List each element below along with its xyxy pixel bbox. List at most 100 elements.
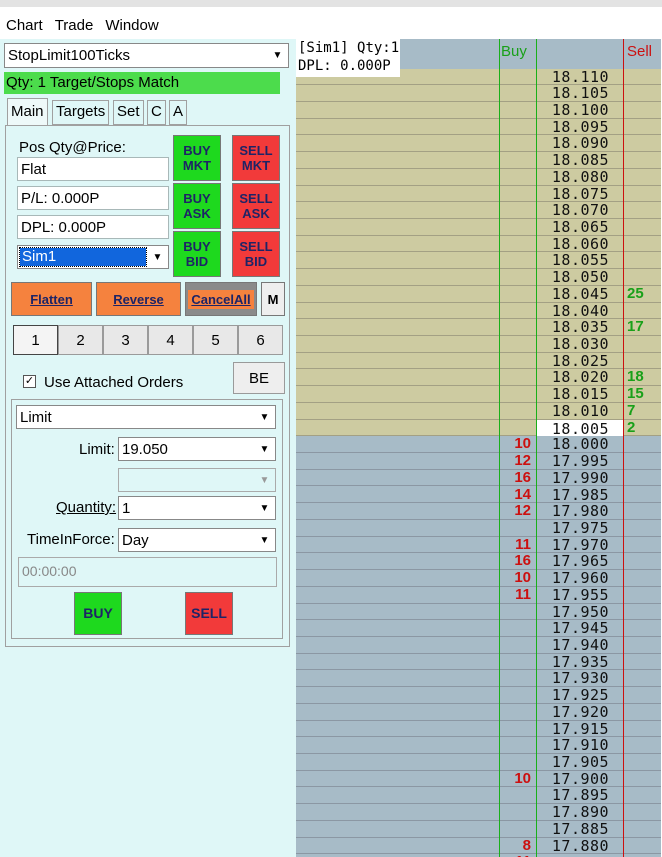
ladder-row[interactable]: 17.925 [296,686,662,704]
ladder-bid-size[interactable]: 10 [501,435,531,452]
ladder-ask-size[interactable]: 17 [627,318,657,335]
ladder-row[interactable]: 17.895 [296,786,662,804]
ladder-ask-size[interactable]: 15 [627,385,657,402]
ladder-row[interactable]: 18.105 [296,84,662,102]
attached-orders-checkbox[interactable]: ✓ [23,375,36,388]
qty-preset-5[interactable]: 5 [193,325,238,355]
quantity-select[interactable]: 1 ▼ [118,496,276,520]
ladder-row[interactable]: 18.045 25 [296,285,662,303]
ladder-bid-size[interactable]: 16 [501,552,531,569]
buy-bid-button[interactable]: BUY BID [173,231,221,277]
qty-preset-4[interactable]: 4 [148,325,193,355]
ladder-row[interactable]: 18.100 [296,101,662,119]
sell-button[interactable]: SELL [185,592,233,635]
chevron-down-icon[interactable]: ▼ [255,530,274,550]
buy-ask-button[interactable]: BUY ASK [173,183,221,229]
ladder-row[interactable]: 18.090 [296,134,662,152]
ladder-row[interactable]: 17.890 [296,803,662,821]
ladder-bid-size[interactable]: 11 [501,536,531,553]
ladder-bid-size[interactable]: 8 [501,837,531,854]
ladder-row[interactable]: 18.070 [296,201,662,219]
ladder-row[interactable]: 18.085 [296,151,662,169]
tab-a[interactable]: A [169,100,188,125]
sell-bid-button[interactable]: SELL BID [232,231,280,277]
chevron-down-icon[interactable]: ▼ [255,498,274,518]
ladder-row[interactable]: 18.080 [296,168,662,186]
account-select[interactable]: Sim1 ▼ [17,245,169,269]
ladder-row[interactable]: 18.040 [296,302,662,320]
ladder-row[interactable]: 17.935 [296,653,662,671]
ladder-row[interactable]: 8 17.880 [296,837,662,855]
menu-trade[interactable]: Trade [54,13,99,34]
buy-mkt-button[interactable]: BUY MKT [173,135,221,181]
ladder-row[interactable]: 10 17.960 [296,569,662,587]
ladder-bid-size[interactable]: 12 [501,502,531,519]
ladder-bid-size[interactable]: 16 [501,469,531,486]
ladder-bid-size[interactable]: 12 [501,452,531,469]
ladder-row[interactable]: 18.010 7 [296,402,662,420]
ladder-bid-size[interactable]: 14 [501,486,531,503]
menu-window[interactable]: Window [104,13,163,34]
tab-set[interactable]: Set [113,100,144,125]
ladder-row[interactable]: 17.915 [296,720,662,738]
reverse-button[interactable]: Reverse [96,282,181,316]
ladder-row[interactable]: 11 17.955 [296,586,662,604]
ladder-row[interactable]: 18.030 [296,335,662,353]
ladder-row[interactable]: 16 17.990 [296,469,662,487]
ladder-row[interactable]: 10 18.000 [296,435,662,453]
ladder-bid-size[interactable]: 10 [501,770,531,787]
tif-select[interactable]: Day ▼ [118,528,276,552]
ladder-row[interactable]: 18.055 [296,251,662,269]
ladder-ask-size[interactable]: 18 [627,368,657,385]
tab-c[interactable]: C [147,100,166,125]
order-type-select[interactable]: Limit ▼ [16,405,276,429]
ladder-row[interactable]: 12 17.980 [296,502,662,520]
limit-price-select[interactable]: 19.050 ▼ [118,437,276,461]
buy-button[interactable]: BUY [74,592,122,635]
ladder-bid-size[interactable]: 11 [501,853,531,857]
ladder-row[interactable]: 11 17.970 [296,536,662,554]
ladder-row[interactable]: 18.075 [296,185,662,203]
sell-mkt-button[interactable]: SELL MKT [232,135,280,181]
ladder-row[interactable]: 17.910 [296,736,662,754]
ladder-row[interactable]: 17.920 [296,703,662,721]
qty-preset-1[interactable]: 1 [13,325,58,355]
qty-preset-6[interactable]: 6 [238,325,283,355]
ladder-ask-size[interactable]: 7 [627,402,657,419]
ladder-row[interactable]: 17.945 [296,619,662,637]
price-ladder[interactable]: 18.110 18.105 18.100 18.095 18.090 18.085 18.0… [296,39,662,857]
ladder-ask-size[interactable]: 2 [627,419,657,436]
chevron-down-icon[interactable]: ▼ [255,439,274,459]
ladder-row[interactable]: 17.940 [296,636,662,654]
ladder-row[interactable]: 18.050 [296,268,662,286]
menu-chart[interactable]: Chart [5,13,48,34]
qty-preset-2[interactable]: 2 [58,325,103,355]
cancel-all-button[interactable]: CancelAll [185,282,257,316]
ladder-row[interactable]: 18.060 [296,235,662,253]
ladder-row[interactable]: 18.025 [296,352,662,370]
ladder-row[interactable]: 17.950 [296,603,662,621]
sell-ask-button[interactable]: SELL ASK [232,183,280,229]
ladder-row[interactable]: 12 17.995 [296,452,662,470]
ladder-row[interactable]: 17.975 [296,519,662,537]
tab-main[interactable]: Main [7,98,48,126]
flatten-button[interactable]: Flatten [11,282,92,316]
ladder-row[interactable]: 10 17.900 [296,770,662,788]
tab-targets[interactable]: Targets [52,100,110,125]
m-button[interactable]: M [261,282,285,316]
ladder-ask-size[interactable]: 25 [627,285,657,302]
chevron-down-icon[interactable]: ▼ [268,45,287,66]
ladder-row[interactable]: 16 17.965 [296,552,662,570]
ladder-row[interactable]: 17.905 [296,753,662,771]
qty-preset-3[interactable]: 3 [103,325,148,355]
ladder-row[interactable]: 18.065 [296,218,662,236]
ladder-row[interactable]: 17.930 [296,669,662,687]
ladder-row[interactable]: 18.015 15 [296,385,662,403]
be-button[interactable]: BE [233,362,285,394]
ladder-row[interactable]: 18.005 2 [296,419,662,438]
ladder-row[interactable]: 14 17.985 [296,486,662,504]
ladder-bid-size[interactable]: 10 [501,569,531,586]
ladder-row[interactable]: 18.020 18 [296,368,662,386]
strategy-select[interactable]: StopLimit100Ticks ▼ [4,43,289,68]
chevron-down-icon[interactable]: ▼ [148,247,167,267]
